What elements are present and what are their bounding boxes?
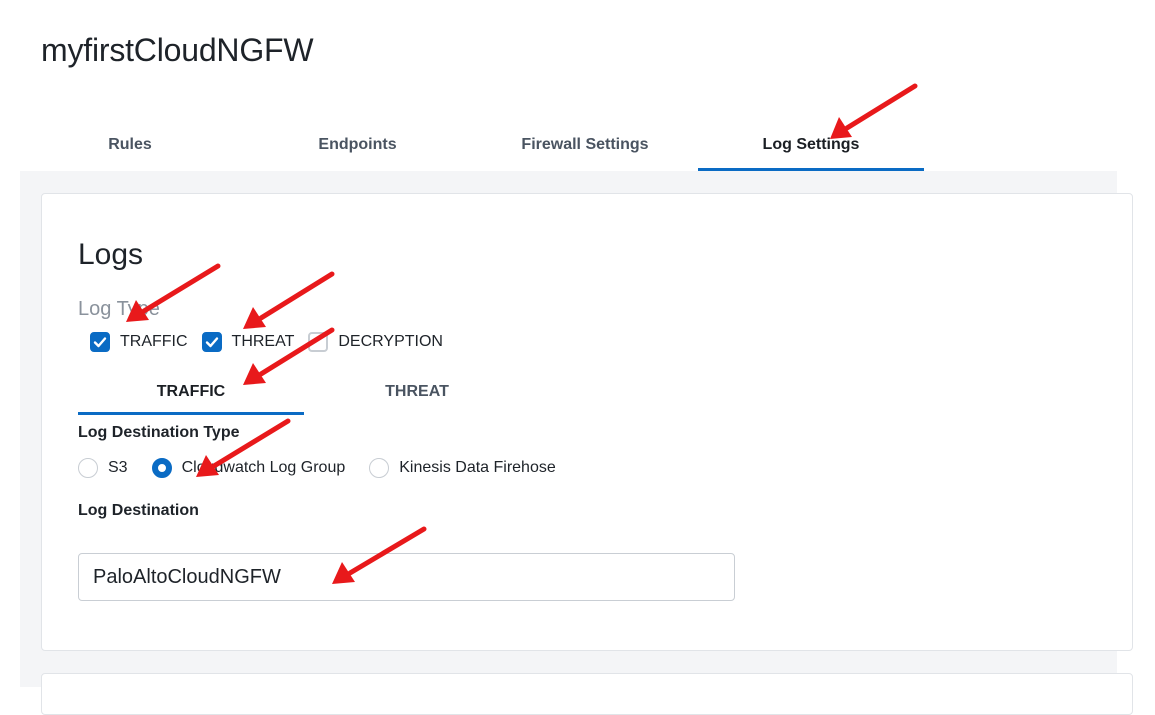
decryption-checkbox[interactable] xyxy=(308,332,329,352)
next-card xyxy=(41,673,1133,715)
s3-radio[interactable] xyxy=(78,458,98,478)
tab-firewall-settings[interactable]: Firewall Settings xyxy=(480,124,690,168)
tab-endpoints[interactable]: Endpoints xyxy=(265,124,450,168)
threat-checkbox[interactable] xyxy=(201,332,222,352)
log-destination-type-label: Log Destination Type xyxy=(78,424,240,441)
subtab-traffic[interactable]: TRAFFIC xyxy=(78,374,304,415)
main-tab-bar: Rules Endpoints Firewall Settings Log Se… xyxy=(20,124,1117,172)
s3-radio-label: S3 xyxy=(108,459,128,476)
threat-checkbox-label: THREAT xyxy=(231,333,295,350)
cloudwatch-radio[interactable] xyxy=(151,458,172,478)
tab-log-settings[interactable]: Log Settings xyxy=(698,124,924,171)
kinesis-radio-label: Kinesis Data Firehose xyxy=(399,459,556,476)
traffic-checkbox-label: TRAFFIC xyxy=(120,333,188,350)
traffic-checkbox[interactable] xyxy=(90,332,110,352)
subtab-threat[interactable]: THREAT xyxy=(304,374,530,412)
log-destination-input[interactable] xyxy=(78,553,735,601)
destination-type-radios: S3 Cloudwatch Log Group Kinesis Data Fir… xyxy=(78,456,580,480)
log-type-label: Log Type xyxy=(78,298,160,320)
check-icon xyxy=(93,337,107,348)
cloudwatch-radio-label: Cloudwatch Log Group xyxy=(181,459,346,476)
log-type-checkboxes: TRAFFIC THREAT DECRYPTION xyxy=(90,330,457,354)
tab-rules[interactable]: Rules xyxy=(40,124,220,168)
log-destination-label: Log Destination xyxy=(78,502,199,519)
check-icon xyxy=(205,337,218,348)
logs-section-title: Logs xyxy=(78,238,144,271)
decryption-checkbox-label: DECRYPTION xyxy=(338,333,443,350)
kinesis-radio[interactable] xyxy=(369,458,390,478)
page-title: myfirstCloudNGFW xyxy=(41,32,314,68)
